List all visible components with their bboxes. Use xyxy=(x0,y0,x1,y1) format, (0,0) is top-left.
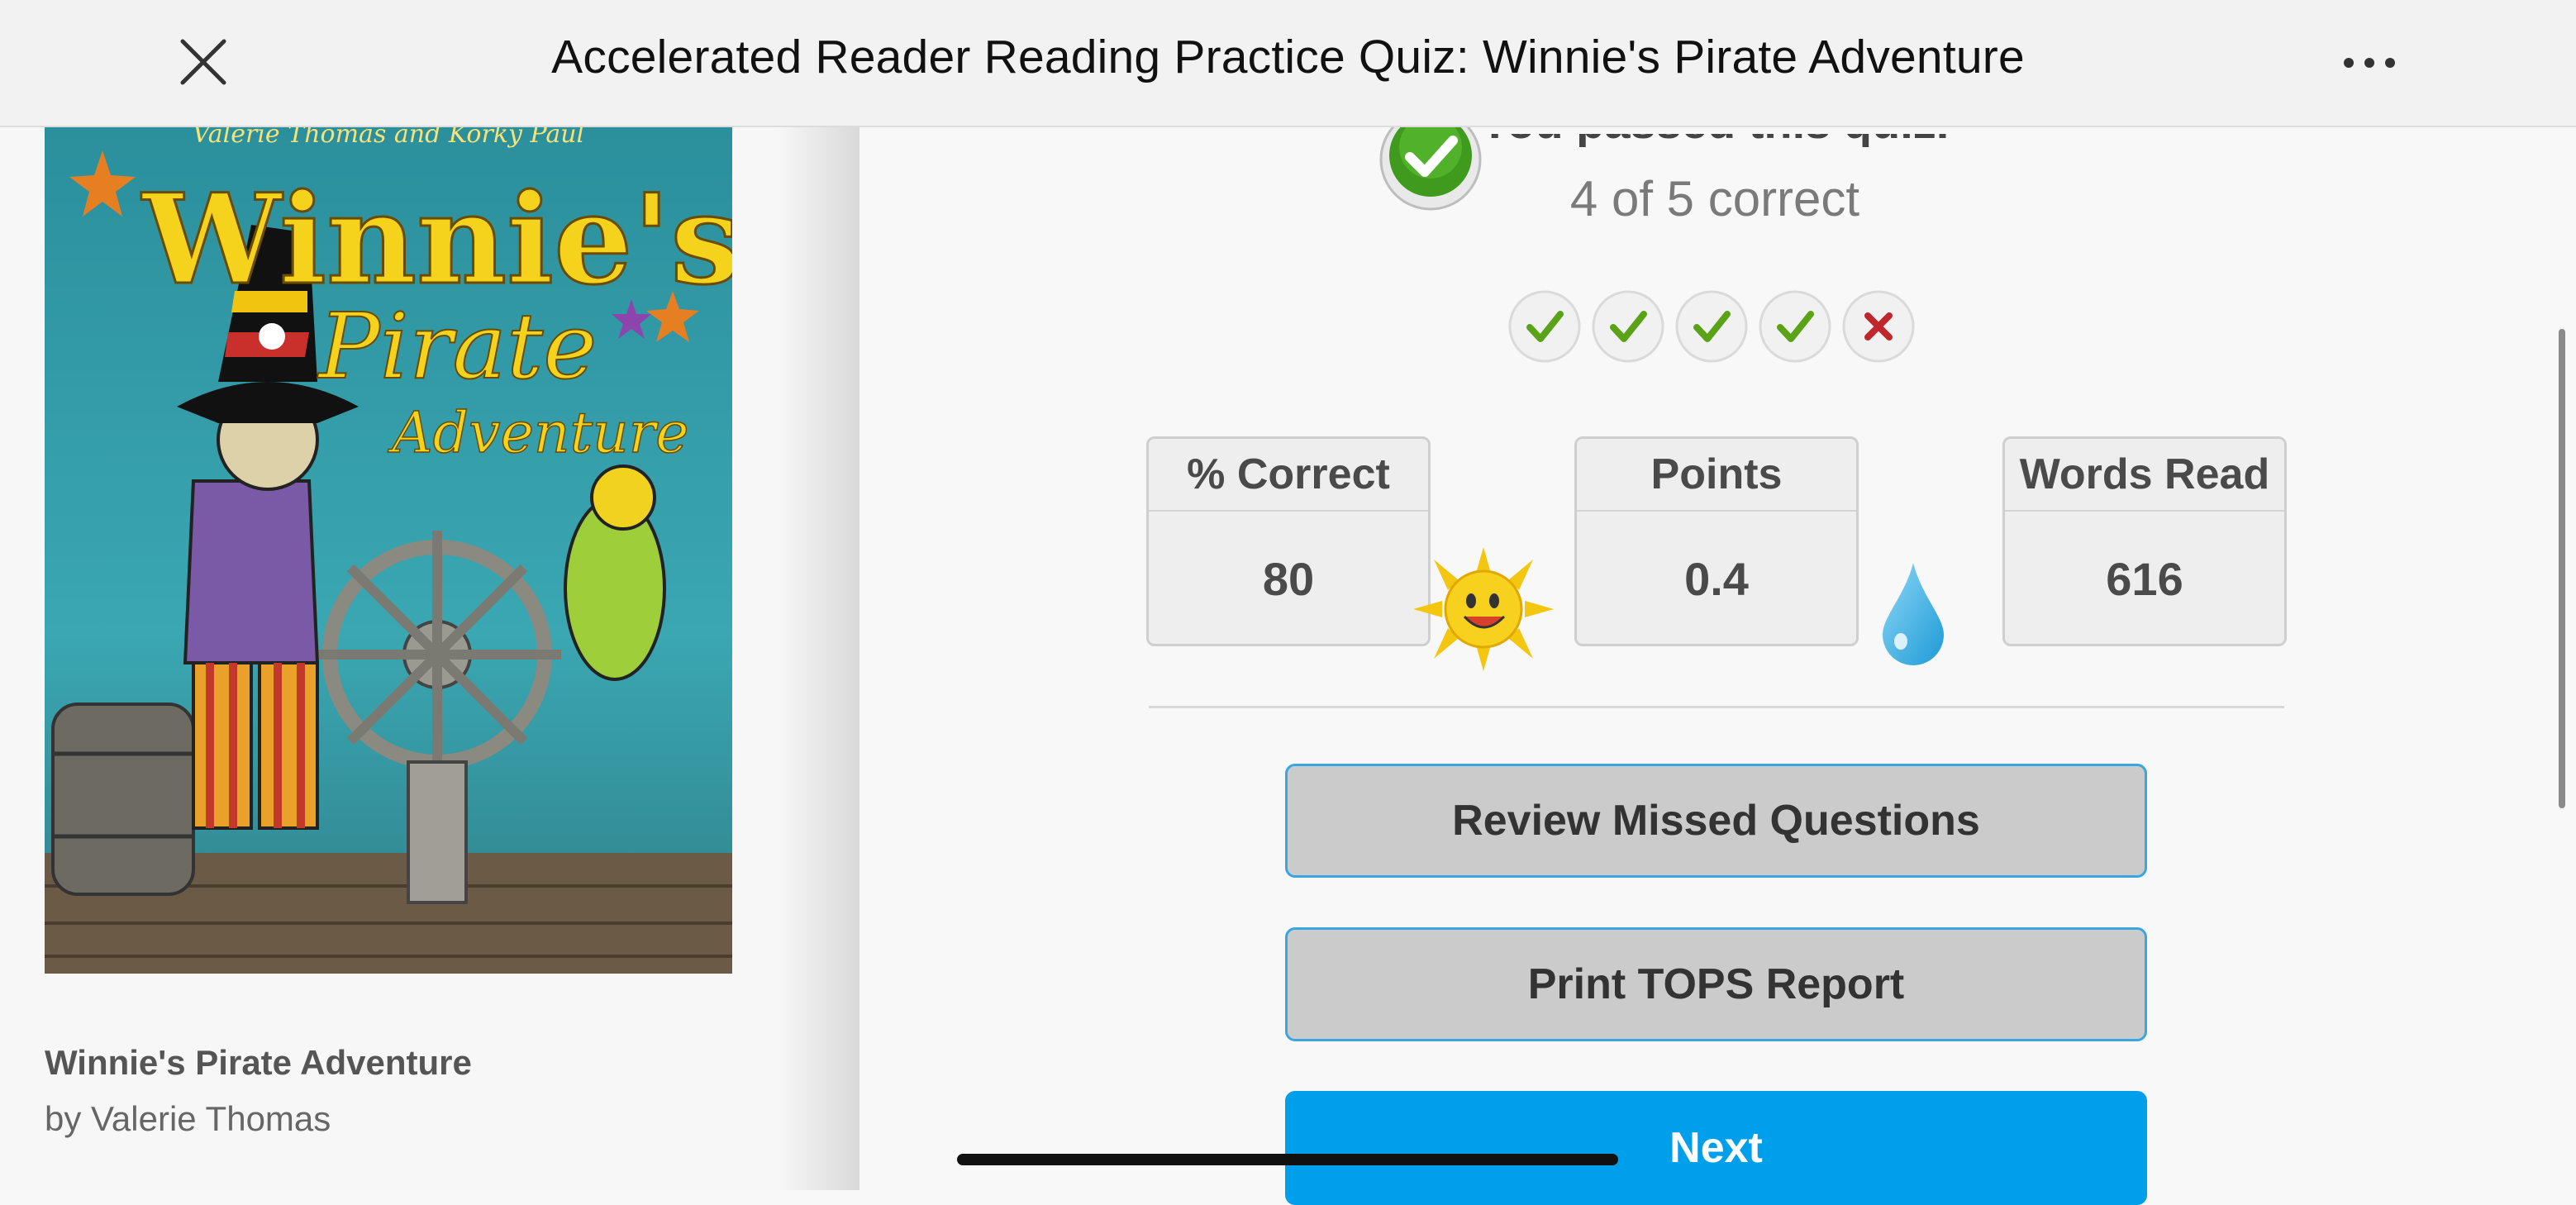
check-icon xyxy=(1508,290,1581,363)
scrollbar[interactable] xyxy=(2559,329,2565,808)
sun-icon xyxy=(1413,547,1554,671)
panel-shadow xyxy=(777,126,859,1190)
check-icon xyxy=(1759,290,1831,363)
points-label: Points xyxy=(1577,439,1856,512)
words-read-label: Words Read xyxy=(2005,439,2284,512)
home-indicator xyxy=(957,1154,1618,1165)
percent-correct-box: % Correct 80 xyxy=(1146,436,1431,646)
points-box: Points 0.4 xyxy=(1574,436,1859,646)
page-title: Accelerated Reader Reading Practice Quiz… xyxy=(551,31,2025,83)
words-read-value: 616 xyxy=(2106,553,2183,605)
book-title: Winnie's Pirate Adventure xyxy=(45,1043,472,1082)
score-summary: 4 of 5 correct xyxy=(1569,171,1860,226)
more-horizontal-icon[interactable] xyxy=(2340,46,2398,79)
x-icon xyxy=(1842,290,1915,363)
cover-title-line1: Winnie's xyxy=(140,167,732,312)
cover-title-line3: Adventure xyxy=(388,401,689,466)
percent-correct-value: 80 xyxy=(1262,553,1315,605)
next-button[interactable]: Next xyxy=(1285,1091,2147,1205)
review-missed-questions-button[interactable]: Review Missed Questions xyxy=(1285,764,2147,878)
print-tops-report-button[interactable]: Print TOPS Report xyxy=(1285,927,2147,1041)
book-cover-image: Valerie Thomas and Korky Paul Winnie's P… xyxy=(45,126,732,974)
book-author: by Valerie Thomas xyxy=(45,1099,331,1138)
words-read-box: Words Read 616 xyxy=(2002,436,2287,646)
book-panel: Valerie Thomas and Korky Paul Winnie's P… xyxy=(0,126,859,1190)
check-icon xyxy=(1592,290,1664,363)
cover-title-line2: Pirate xyxy=(317,293,598,399)
percent-correct-label: % Correct xyxy=(1149,439,1428,512)
cover-authors: Valerie Thomas and Korky Paul xyxy=(193,126,584,149)
water-drop-icon xyxy=(1883,563,1944,665)
points-value: 0.4 xyxy=(1684,553,1749,605)
check-icon xyxy=(1675,290,1748,363)
divider xyxy=(1149,706,2284,708)
top-bar: Accelerated Reader Reading Practice Quiz… xyxy=(0,0,2576,127)
